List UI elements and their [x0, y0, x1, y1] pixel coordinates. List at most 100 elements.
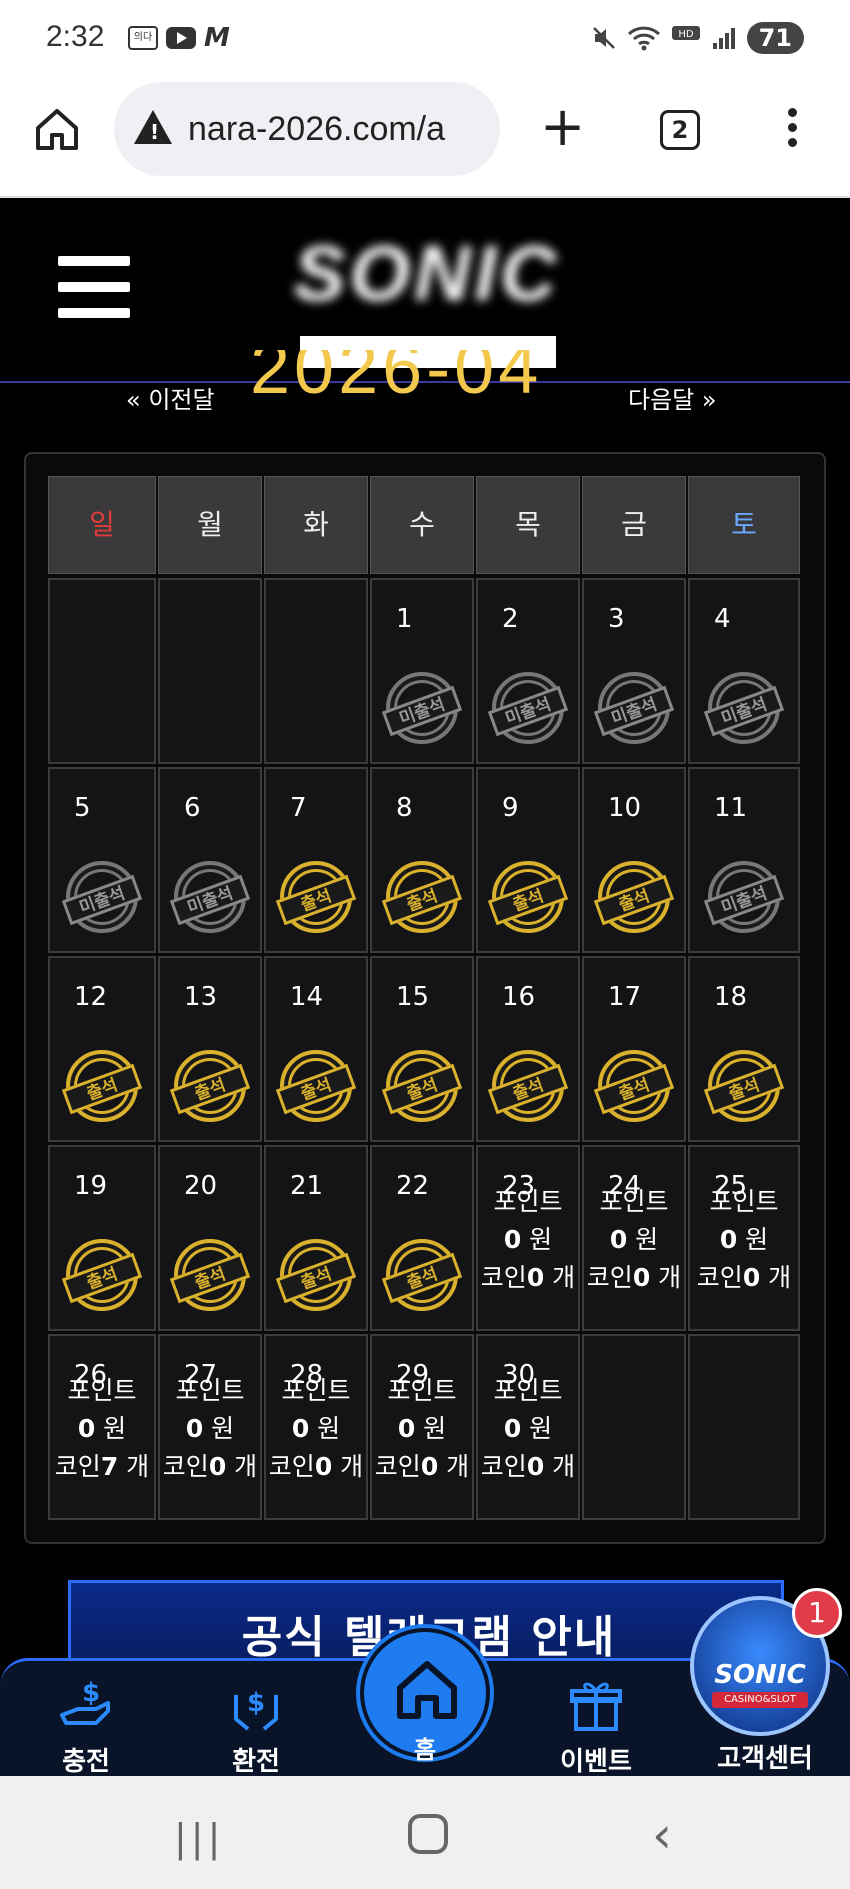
calendar-day-cell[interactable]: 16 출석	[476, 956, 580, 1142]
attendance-stamp-icon: 출석	[169, 1239, 251, 1311]
points-label: 포인트	[175, 1376, 245, 1405]
system-home-button[interactable]	[408, 1814, 448, 1854]
signal-icon	[712, 28, 735, 49]
recent-apps-button[interactable]: |||	[174, 1816, 224, 1860]
points-value: 0	[185, 1414, 204, 1443]
points-value-line: 0 원	[50, 1410, 154, 1448]
won-unit: 원	[745, 1225, 769, 1254]
site-logo[interactable]: SONIC	[276, 228, 578, 368]
calendar-day-cell[interactable]: 23 포인트 0 원 코인0 개	[476, 1145, 580, 1331]
calendar-day-cell[interactable]: 6 미출석	[158, 767, 262, 953]
system-back-button[interactable]: ‹	[652, 1806, 672, 1864]
stamp-label: 출석	[169, 1252, 251, 1304]
day-number: 20	[184, 1171, 218, 1201]
calendar-day-cell[interactable]: 7 출석	[264, 767, 368, 953]
count-unit: 개	[552, 1263, 576, 1292]
nav-home-button[interactable]: 홈	[360, 1628, 490, 1764]
won-unit: 원	[529, 1414, 553, 1443]
weekday-header: 수	[370, 476, 474, 574]
day-number: 17	[608, 982, 642, 1012]
calendar-day-cell[interactable]: 1 미출석	[370, 578, 474, 764]
points-value: 0	[503, 1225, 522, 1254]
nav-home-label: 홈	[413, 1736, 437, 1764]
calendar-day-cell[interactable]: 28 포인트 0 원 코인0 개	[264, 1334, 368, 1520]
coins-label: 코인	[162, 1452, 209, 1481]
attendance-stamp-icon: 출석	[703, 1050, 785, 1122]
calendar-day-cell[interactable]: 12 출석	[48, 956, 156, 1142]
calendar-day-cell[interactable]: 15 출석	[370, 956, 474, 1142]
attendance-stamp-icon: 출석	[593, 1050, 675, 1122]
calendar-day-cell[interactable]: 3 미출석	[582, 578, 686, 764]
count-unit: 개	[768, 1263, 792, 1292]
nav-withdraw[interactable]: $ 환전	[196, 1661, 316, 1779]
calendar-day-cell[interactable]: 8 출석	[370, 767, 474, 953]
nav-charge[interactable]: $ 충전	[26, 1661, 146, 1779]
coins-line: 코인0 개	[266, 1448, 366, 1486]
calendar-day-cell[interactable]: 20 출석	[158, 1145, 262, 1331]
calendar-day-cell[interactable]: 21 출석	[264, 1145, 368, 1331]
day-number: 4	[714, 604, 731, 634]
stamp-label: 출석	[169, 1063, 251, 1115]
calendar-day-cell[interactable]: 9 출석	[476, 767, 580, 953]
coins-line: 코인0 개	[160, 1448, 260, 1486]
support-logo-text: SONIC	[714, 1660, 806, 1690]
stamp-label: 출석	[275, 1063, 357, 1115]
absence-stamp-icon: 미출석	[169, 861, 251, 933]
address-bar[interactable]: ! nara-2026.com/a	[114, 82, 500, 176]
calendar-empty-cell	[264, 578, 368, 764]
day-reward-info: 포인트 0 원 코인0 개	[372, 1372, 472, 1486]
attendance-stamp-icon: 출석	[381, 861, 463, 933]
day-number: 14	[290, 982, 324, 1012]
calendar-day-cell[interactable]: 13 출석	[158, 956, 262, 1142]
tab-switcher-button[interactable]: 2	[660, 110, 700, 150]
coins-line: 코인0 개	[372, 1448, 472, 1486]
wifi-icon	[627, 26, 660, 51]
calendar-day-cell[interactable]: 19 출석	[48, 1145, 156, 1331]
calendar-day-cell[interactable]: 10 출석	[582, 767, 686, 953]
attendance-stamp-icon: 출석	[61, 1239, 143, 1311]
coins-value: 0	[632, 1263, 651, 1292]
browser-menu-button[interactable]	[784, 108, 800, 152]
svg-text:$: $	[247, 1688, 265, 1718]
hamburger-menu-icon[interactable]	[58, 256, 130, 318]
day-number: 8	[396, 793, 413, 823]
day-number: 5	[74, 793, 91, 823]
calendar-day-cell[interactable]: 17 출석	[582, 956, 686, 1142]
calendar-day-cell[interactable]: 26 포인트 0 원 코인7 개	[48, 1334, 156, 1520]
new-tab-button[interactable]: +	[540, 100, 585, 154]
calendar-day-cell[interactable]: 27 포인트 0 원 코인0 개	[158, 1334, 262, 1520]
calendar-day-cell[interactable]: 14 출석	[264, 956, 368, 1142]
browser-home-button[interactable]	[34, 106, 80, 152]
coins-line: 코인0 개	[478, 1448, 578, 1486]
day-reward-info: 포인트 0 원 코인7 개	[50, 1372, 154, 1486]
calendar-day-cell[interactable]: 30 포인트 0 원 코인0 개	[476, 1334, 580, 1520]
points-value: 0	[609, 1225, 628, 1254]
charge-icon: $	[60, 1678, 110, 1725]
calendar-day-cell[interactable]: 18 출석	[688, 956, 800, 1142]
day-number: 15	[396, 982, 430, 1012]
attendance-stamp-icon: 출석	[593, 861, 675, 933]
calendar-day-cell[interactable]: 11 미출석	[688, 767, 800, 953]
calendar-day-cell[interactable]: 29 포인트 0 원 코인0 개	[370, 1334, 474, 1520]
calendar-day-cell[interactable]: 4 미출석	[688, 578, 800, 764]
attendance-stamp-icon: 출석	[381, 1050, 463, 1122]
coins-line: 코인0 개	[584, 1259, 684, 1297]
day-reward-info: 포인트 0 원 코인0 개	[266, 1372, 366, 1486]
calendar-day-cell[interactable]: 5 미출석	[48, 767, 156, 953]
calendar-day-cell[interactable]: 25 포인트 0 원 코인0 개	[688, 1145, 800, 1331]
nav-event[interactable]: 이벤트	[536, 1661, 656, 1779]
calendar-day-cell[interactable]: 24 포인트 0 원 코인0 개	[582, 1145, 686, 1331]
stamp-label: 미출석	[169, 874, 251, 926]
calendar-day-cell[interactable]: 2 미출석	[476, 578, 580, 764]
coins-label: 코인	[696, 1263, 743, 1292]
stamp-label: 출석	[381, 1252, 463, 1304]
calendar-day-cell[interactable]: 22 출석	[370, 1145, 474, 1331]
day-number: 22	[396, 1171, 430, 1201]
won-unit: 원	[317, 1414, 341, 1443]
calendar-empty-cell	[158, 578, 262, 764]
prev-month-link[interactable]: « 이전달	[126, 380, 215, 410]
count-unit: 개	[552, 1452, 576, 1481]
mute-icon	[592, 27, 615, 49]
next-month-link[interactable]: 다음달 »	[628, 380, 717, 410]
calendar-empty-cell	[688, 1334, 800, 1520]
